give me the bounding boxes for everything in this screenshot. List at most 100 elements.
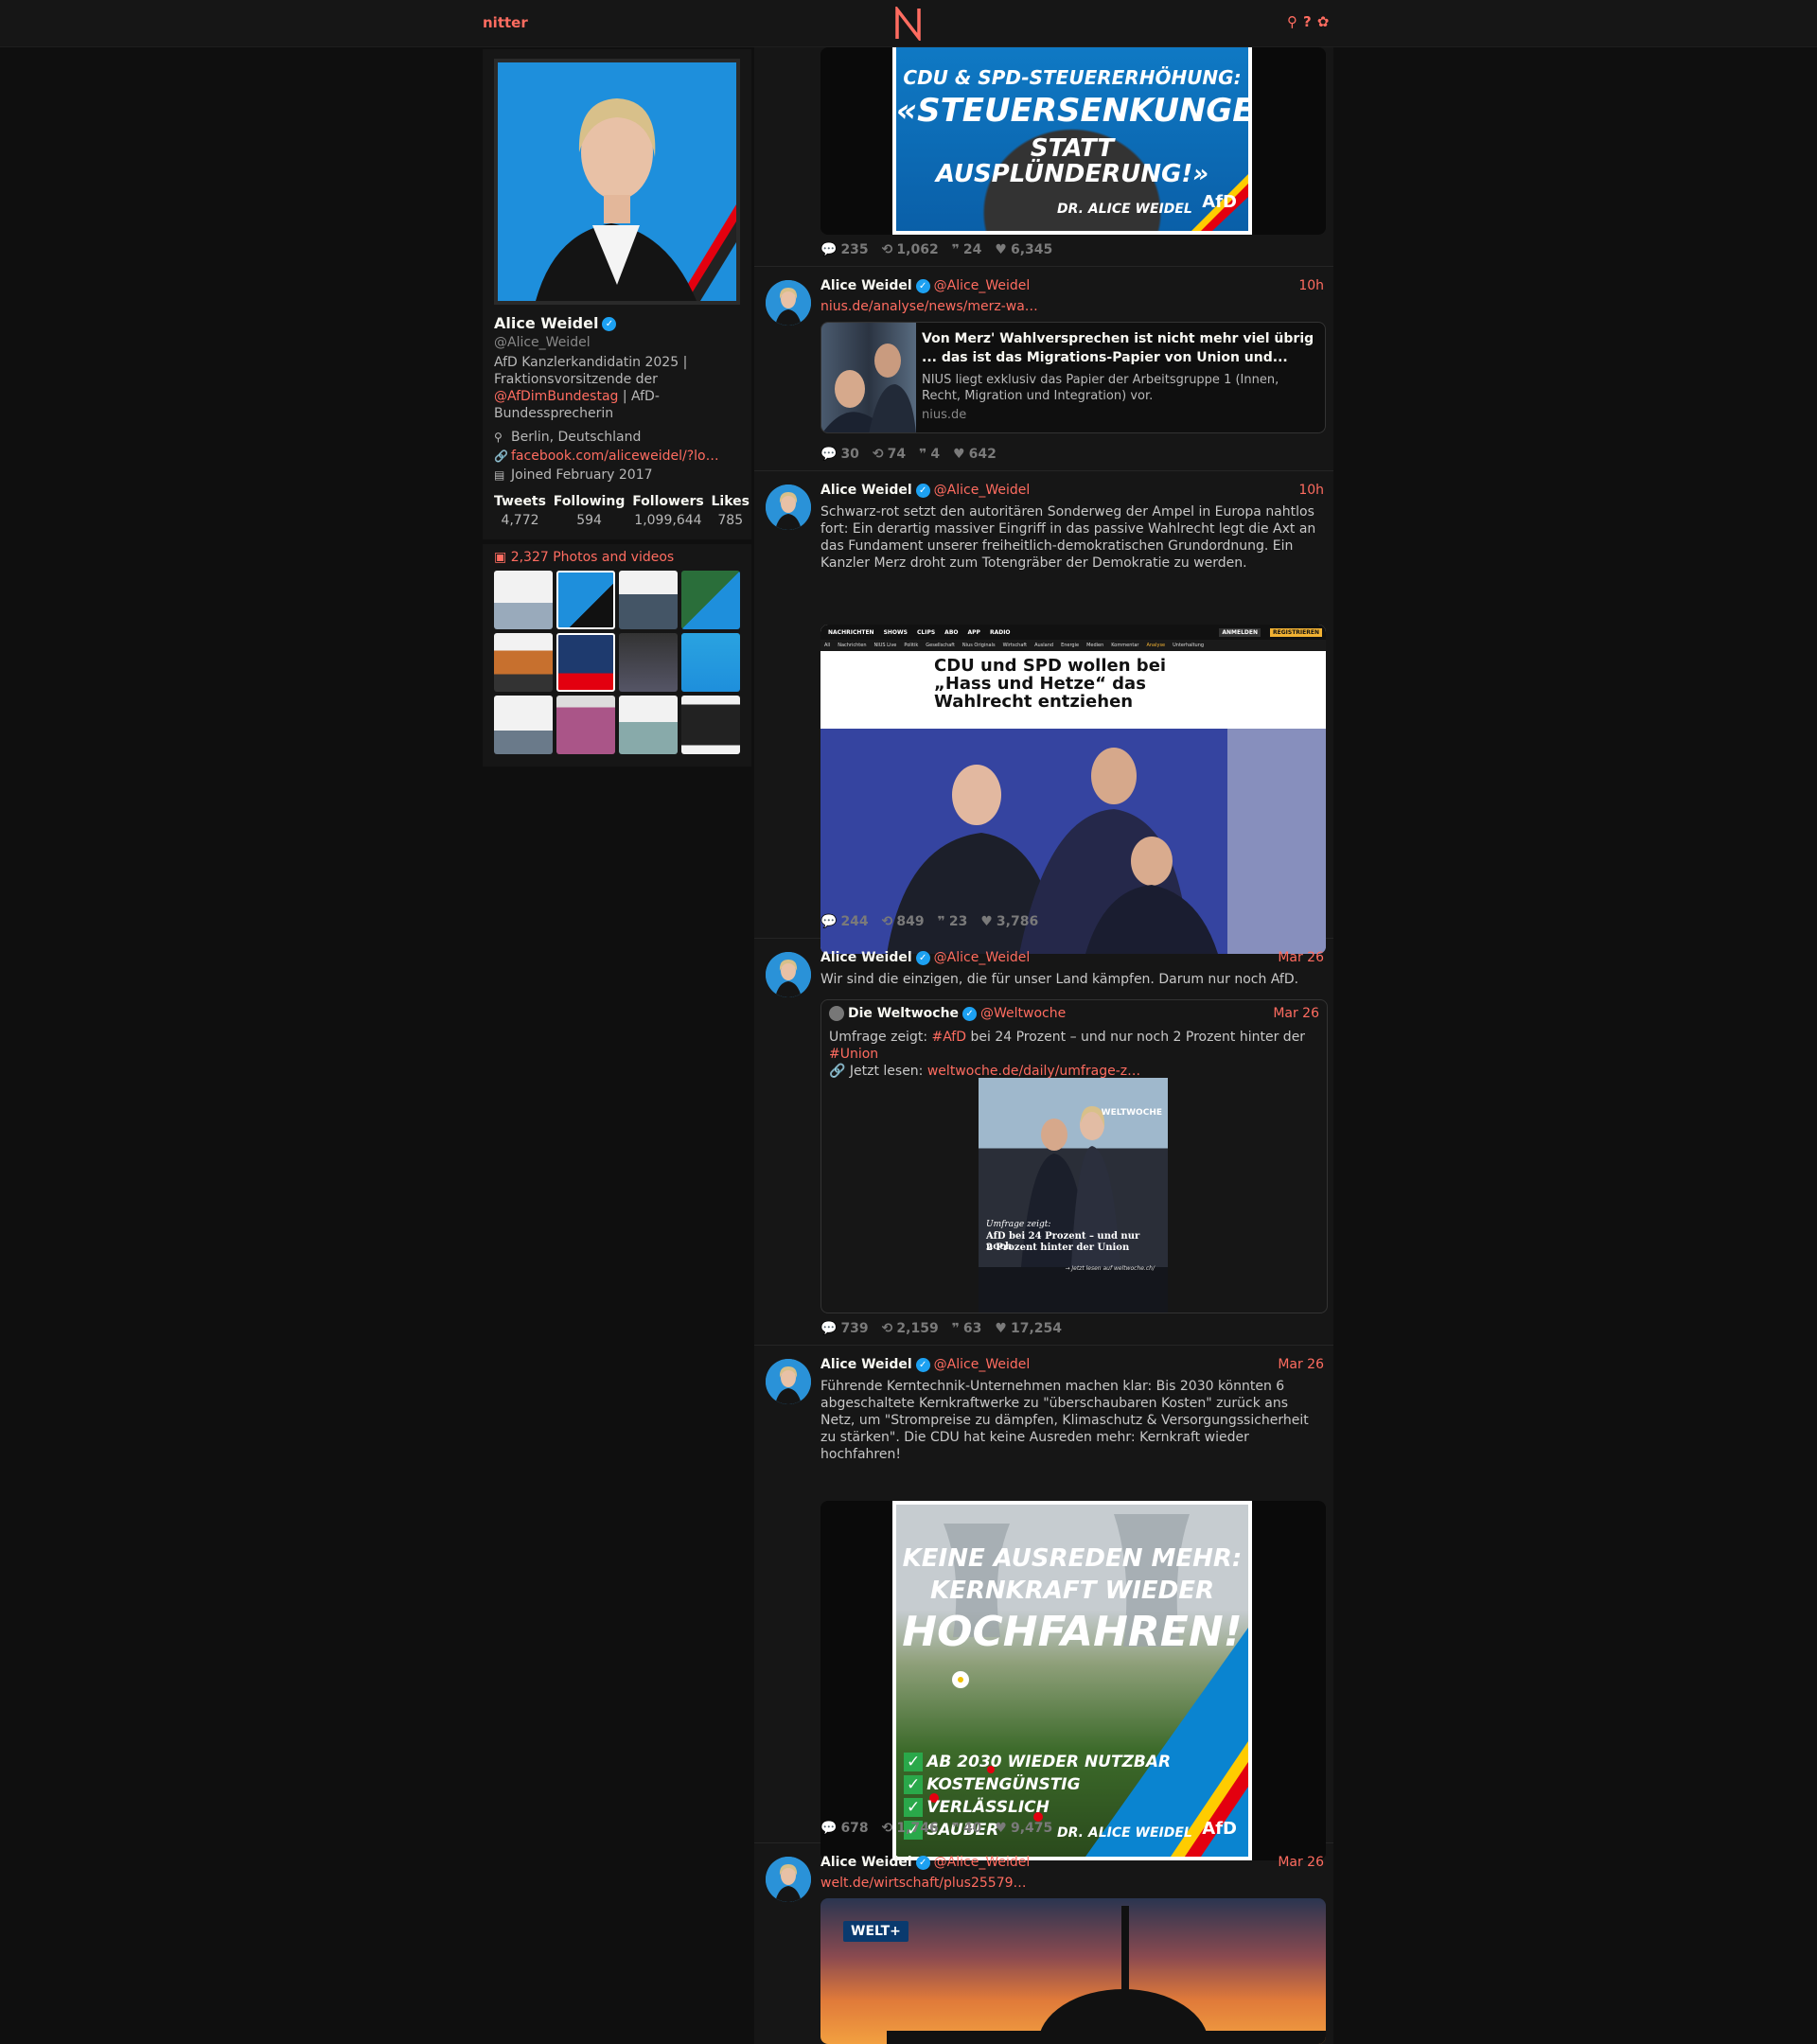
tweet-image[interactable]: NACHRICHTEN SHOWS CLIPS ABO APP RADIO ANMELDE… [820,625,1326,954]
search-icon[interactable]: ⚲ [1287,13,1297,30]
profile-handle[interactable]: @Alice_Weidel [494,335,591,350]
help-icon[interactable]: ? [1303,13,1312,30]
quote-count[interactable]: ❞ 4 [919,447,940,462]
tweet-welt[interactable]: Alice Weidel ✓ @Alice_Weidel Mar 26 welt.d… [754,1843,1333,2044]
tweet-handle[interactable]: @Alice_Weidel [934,1357,1031,1372]
tweet-stats: 💬 739 ⟲ 2,159 ❞ 63 ♥ 17,254 [820,1321,1062,1336]
retweet-count[interactable]: ⟲ 2,159 [882,1321,939,1336]
photo-thumb[interactable] [494,696,553,754]
like-count[interactable]: ♥ 17,254 [995,1321,1062,1336]
quote-icon: ❞ [951,242,960,257]
tweet-kernkraft[interactable]: Alice Weidel ✓ @Alice_Weidel Mar 26 Führen… [754,1346,1333,1860]
tweet-handle[interactable]: @Alice_Weidel [934,1855,1031,1870]
tweet-author[interactable]: Alice Weidel [820,278,912,293]
quote-author[interactable]: Die Weltwoche [848,1006,959,1021]
retweet-count[interactable]: ⟲ 849 [882,914,925,929]
nitter-logo-icon[interactable] [893,7,924,41]
quote-count[interactable]: ❞ 63 [952,1321,982,1336]
photo-thumb[interactable] [619,696,678,754]
photo-thumb[interactable] [556,633,615,692]
avatar[interactable] [766,280,811,326]
quote-count[interactable]: ❞ 23 [938,914,968,929]
profile-avatar[interactable] [494,59,740,305]
tweet-author[interactable]: Alice Weidel [820,483,912,498]
tweet-author[interactable]: Alice Weidel [820,1357,912,1372]
poster-party: AfD [1202,192,1237,212]
tweet-date[interactable]: 10h [1298,483,1324,498]
avatar[interactable] [766,1359,811,1404]
link-card[interactable]: Von Merz' Wahlversprechen ist nicht mehr… [820,322,1326,433]
like-count[interactable]: ♥ 642 [953,447,997,462]
bio-mention-link[interactable]: @AfDimBundestag [494,389,618,404]
tweet-date[interactable]: Mar 26 [1278,950,1324,965]
photo-thumb[interactable] [556,696,615,754]
reply-count[interactable]: 💬 739 [820,1321,869,1336]
quote-image[interactable]: WELTWOCHE Umfrage zeigt: AfD bei 24 Proz… [979,1078,1168,1313]
tweet-image[interactable]: WELT+ [820,1898,1326,2044]
location-icon: ⚲ [494,431,503,444]
tweet-steuersenkungen[interactable]: CDU & SPD-STEUERERHÖHUNG: «STEUERSENKUNG… [754,47,1333,267]
tweet-handle[interactable]: @Alice_Weidel [934,278,1031,293]
like-count[interactable]: ♥ 6,345 [995,242,1052,257]
like-count[interactable]: ♥ 3,786 [980,914,1038,929]
quote-count[interactable]: ❞ 40 [952,1821,982,1836]
avatar[interactable] [766,485,811,530]
quote-text: Umfrage zeigt: #AfD bei 24 Prozent – und… [829,1030,1306,1079]
avatar[interactable] [766,1857,811,1902]
like-count[interactable]: ♥ 9,475 [995,1821,1052,1836]
poster-line1: CDU & SPD-STEUERERHÖHUNG: [903,66,1242,89]
photo-thumb[interactable] [681,696,740,754]
reply-count[interactable]: 💬 235 [820,242,869,257]
photo-thumb[interactable] [681,633,740,692]
retweet-count[interactable]: ⟲ 74 [873,447,906,462]
tweet-image[interactable]: KEINE AUSREDEN MEHR: KERNKRAFT WIEDER HO… [820,1501,1326,1860]
tweet-merz-papier[interactable]: Alice Weidel ✓ @Alice_Weidel 10h nius.de/a… [754,267,1333,471]
quoted-tweet[interactable]: Die Weltwoche ✓ @Weltwoche Mar 26 Umfrage … [820,999,1328,1313]
tweet-text: Führende Kerntechnik-Unternehmen machen … [820,1379,1309,1462]
photo-thumb[interactable] [494,633,553,692]
tweet-image[interactable]: CDU & SPD-STEUERERHÖHUNG: «STEUERSENKUNG… [820,47,1326,235]
tweet-link[interactable]: welt.de/wirtschaft/plus25579… [820,1876,1027,1891]
reply-count[interactable]: 💬 678 [820,1821,869,1836]
photo-thumb[interactable] [556,571,615,629]
tweet-date[interactable]: Mar 26 [1278,1855,1324,1870]
quote-url-link[interactable]: weltwoche.de/daily/umfrage-z… [927,1064,1140,1079]
reply-count[interactable]: 💬 30 [820,447,859,462]
brand-link[interactable]: nitter [483,14,528,31]
stat-likes[interactable]: Likes 785 [712,494,750,528]
avatar[interactable] [766,952,811,997]
tweet-handle[interactable]: @Alice_Weidel [934,483,1031,498]
tweet-author[interactable]: Alice Weidel [820,1855,912,1870]
comment-icon: 💬 [820,914,838,929]
photo-thumb[interactable] [619,571,678,629]
photo-rail-header[interactable]: ▣ 2,327 Photos and videos [494,550,674,565]
retweet-count[interactable]: ⟲ 1,746 [882,1821,939,1836]
tweet-date[interactable]: 10h [1298,278,1324,293]
quote-date[interactable]: Mar 26 [1273,1006,1319,1021]
quote-handle[interactable]: @Weltwoche [980,1006,1066,1021]
tweet-link[interactable]: nius.de/analyse/news/merz-wa… [820,299,1038,314]
quote-avatar[interactable] [829,1006,844,1021]
comment-icon: 💬 [820,1321,838,1336]
hashtag-link[interactable]: #AfD [932,1030,967,1045]
hashtag-link[interactable]: #Union [829,1047,878,1062]
quote-count[interactable]: ❞ 24 [952,242,982,257]
retweet-icon: ⟲ [881,242,893,257]
tweet-author[interactable]: Alice Weidel [820,950,912,965]
settings-icon[interactable]: ✿ [1317,13,1330,30]
tweet-wahlrecht[interactable]: Alice Weidel ✓ @Alice_Weidel 10h Schwarz-r… [754,471,1333,954]
poster-party: AfD [1202,1819,1237,1839]
photo-thumb[interactable] [681,571,740,629]
retweet-count[interactable]: ⟲ 1,062 [882,242,939,257]
retweet-icon: ⟲ [881,1821,893,1836]
stat-followers[interactable]: Followers 1,099,644 [632,494,704,528]
website-link[interactable]: facebook.com/aliceweidel/?lo… [511,449,719,464]
tweet-weltwoche-quote[interactable]: Alice Weidel ✓ @Alice_Weidel Mar 26 Wir si… [754,939,1333,1346]
reply-count[interactable]: 💬 244 [820,914,869,929]
tweet-date[interactable]: Mar 26 [1278,1357,1324,1372]
photo-thumb[interactable] [494,571,553,629]
tweet-handle[interactable]: @Alice_Weidel [934,950,1031,965]
stat-tweets[interactable]: Tweets 4,772 [494,494,546,528]
photo-thumb[interactable] [619,633,678,692]
stat-following[interactable]: Following 594 [554,494,626,528]
